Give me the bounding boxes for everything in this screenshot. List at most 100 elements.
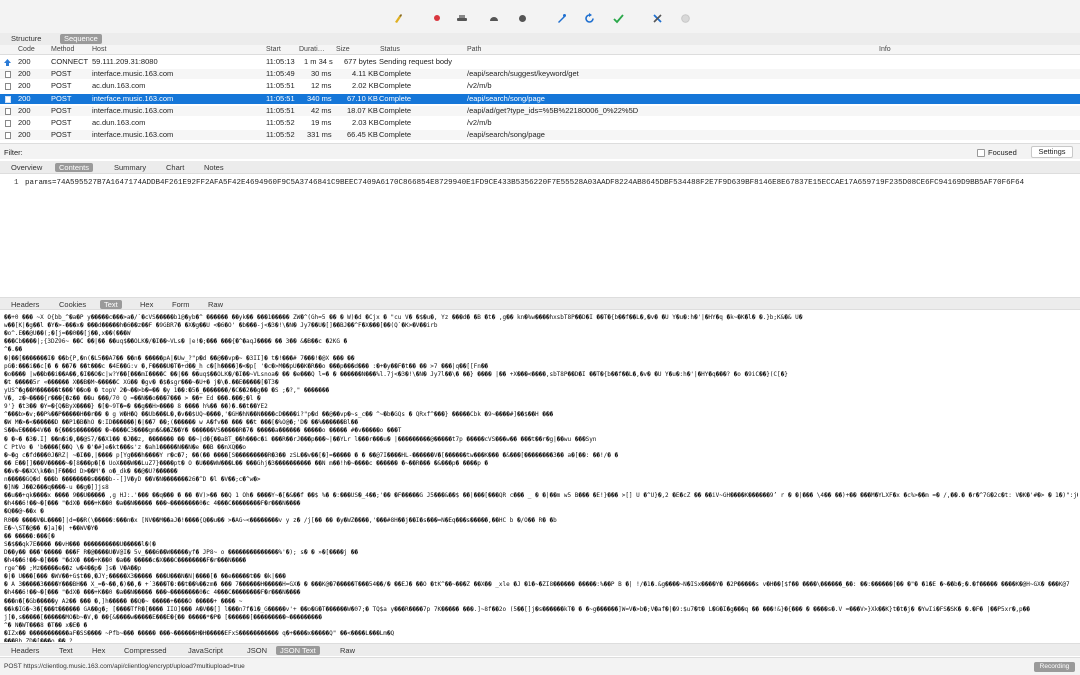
- broom-icon[interactable]: [392, 12, 404, 24]
- compose-icon[interactable]: [555, 12, 567, 24]
- row-status: Sending request body: [379, 57, 452, 66]
- table-row[interactable]: 200 POST interface.music.163.com 11:05:5…: [0, 106, 1080, 116]
- col-size[interactable]: Size: [336, 46, 350, 54]
- tab-body-hex[interactable]: Hex: [88, 646, 109, 655]
- table-row[interactable]: 200 POST interface.music.163.com 11:05:5…: [0, 130, 1080, 140]
- row-method: CONNECT: [51, 57, 89, 66]
- row-status: Complete: [379, 69, 412, 78]
- raw-text-line: � A 3�����3����Y���BH�� X_=�~��,�)��,� +…: [4, 581, 1070, 589]
- record-icon[interactable]: [431, 12, 443, 24]
- document-icon: [4, 96, 11, 103]
- tab-notes[interactable]: Notes: [200, 163, 228, 172]
- repeat-icon[interactable]: [583, 12, 595, 24]
- raw-text-line: �|��[�������I� ��b{P,�n(�L5��A7�� ��n� �…: [4, 354, 355, 362]
- tab-body-compressed[interactable]: Compressed: [120, 646, 171, 655]
- request-body-pane[interactable]: 1 params=74A595527B7A1647174ADDB4F261E92…: [0, 175, 1080, 296]
- tab-headers[interactable]: Headers: [7, 300, 43, 309]
- validate-icon[interactable]: [612, 12, 624, 24]
- view-tabs: Structure Sequence: [0, 33, 1080, 45]
- settings-button[interactable]: Settings: [1031, 146, 1073, 158]
- tab-hex[interactable]: Hex: [136, 300, 157, 309]
- pencil-icon[interactable]: [456, 12, 468, 24]
- row-path: /eapi/search/song/page: [467, 130, 545, 139]
- tab-contents[interactable]: Contents: [55, 163, 94, 172]
- request-params[interactable]: params=74A595527B7A1647174ADDB4F261E92FF…: [25, 179, 1077, 187]
- raw-text-line: �t �����5r «������ X��B�M~�����C XG�� �g…: [4, 378, 279, 386]
- col-info[interactable]: Info: [879, 46, 891, 54]
- row-code: 200: [18, 118, 31, 127]
- content-tabs: Overview Contents Summary Chart Notes: [0, 161, 1080, 174]
- response-text-pane[interactable]: ��+0 ��� ~X O{bb_^�a�P y�����c���>a�/`�c…: [0, 311, 1080, 642]
- tab-overview[interactable]: Overview: [7, 163, 46, 172]
- recording-badge[interactable]: Recording: [1034, 662, 1075, 672]
- raw-text-line: yUS^�g��M������t���'��o� � topV 2�~��>b�…: [4, 386, 330, 394]
- col-path[interactable]: Path: [467, 46, 481, 54]
- document-icon: [4, 108, 11, 115]
- row-path: /eapi/search/song/page: [467, 94, 545, 103]
- col-status[interactable]: Status: [380, 46, 400, 54]
- table-row[interactable]: 200 POST ac.dun.163.com 11:05:52 19 ms 2…: [0, 118, 1080, 128]
- tab-raw[interactable]: Raw: [204, 300, 227, 309]
- row-duration: 30 ms: [311, 69, 332, 78]
- row-start: 11:05:51: [266, 81, 295, 90]
- tools-icon[interactable]: [651, 12, 663, 24]
- row-host: interface.music.163.com: [92, 106, 174, 115]
- table-header: Code Method Host Start Durati… Size Stat…: [0, 45, 1080, 55]
- focused-toggle[interactable]: Focused: [977, 148, 1017, 157]
- row-duration: 331 ms: [307, 130, 332, 139]
- tab-chart[interactable]: Chart: [162, 163, 188, 172]
- tab-cookies[interactable]: Cookies: [55, 300, 90, 309]
- tab-body-headers[interactable]: Headers: [7, 646, 43, 655]
- tab-structure[interactable]: Structure: [7, 34, 45, 44]
- raw-text-line: pG�:���i��c[� � ��7� ��t���c �4E��G:v �,…: [4, 362, 489, 370]
- row-code: 200: [18, 106, 31, 115]
- tab-form[interactable]: Form: [168, 300, 194, 309]
- row-status: Complete: [379, 94, 412, 103]
- raw-text-line: �]N� J��2���q����-u ��g�]]js8: [4, 484, 109, 492]
- row-host: ac.dun.163.com: [92, 81, 146, 90]
- raw-text-line: ��k�IG�~3�[���t������ GA��g�; [����TfR�[…: [4, 605, 1030, 613]
- table-row-selected[interactable]: 200 POST interface.music.163.com 11:05:5…: [0, 94, 1080, 104]
- row-start: 11:05:52: [266, 130, 295, 139]
- tab-body-raw[interactable]: Raw: [336, 646, 359, 655]
- tab-body-text[interactable]: Text: [55, 646, 77, 655]
- breakpoint-icon[interactable]: [516, 12, 528, 24]
- col-method[interactable]: Method: [51, 46, 74, 54]
- col-duration[interactable]: Durati…: [299, 46, 325, 54]
- tab-body-json[interactable]: JSON: [243, 646, 271, 655]
- col-start[interactable]: Start: [266, 46, 281, 54]
- raw-text-line: �h4��6!��~�[��� "�dX� ���+K��0 �a��N����…: [4, 500, 301, 508]
- col-code[interactable]: Code: [18, 46, 35, 54]
- row-path: /v2/m/b: [467, 81, 492, 90]
- tab-text[interactable]: Text: [100, 300, 122, 309]
- throttle-icon[interactable]: [488, 12, 500, 24]
- tab-sequence[interactable]: Sequence: [60, 34, 102, 44]
- row-path: /eapi/ad/get?type_ids=%5B%22180006_0%22%…: [467, 106, 639, 115]
- focused-checkbox[interactable]: [977, 148, 985, 157]
- table-row[interactable]: 200 POST ac.dun.163.com 11:05:51 12 ms 2…: [0, 81, 1080, 91]
- raw-text-line: ^���b>�v;��P%��P�����H��r�� � g W�H�Q ��…: [4, 411, 554, 419]
- row-duration: 42 ms: [311, 106, 332, 115]
- row-status: Complete: [379, 106, 412, 115]
- row-start: 11:05:51: [266, 106, 295, 115]
- response-tabs: Headers Cookies Text Hex Form Raw: [0, 297, 1080, 310]
- raw-text-line: �� �����:���[�: [4, 532, 55, 540]
- table-row[interactable]: 200 CONNECT 59.111.209.31:8080 11:05:13 …: [0, 57, 1080, 67]
- filter-input[interactable]: Filter:: [4, 148, 23, 157]
- raw-text-line: D��y�� ���'����� ���F R�@����U�V@I� 5v_�…: [4, 548, 359, 556]
- raw-text-line: �IZx�� �����������aF�SS���� ~Pfb~��� ���…: [4, 629, 395, 637]
- tab-body-javascript[interactable]: JavaScript: [184, 646, 227, 655]
- raw-text-line: �W M�>�<������D ��P1�B�hO �:ID������|�|�…: [4, 419, 359, 427]
- col-host[interactable]: Host: [92, 46, 106, 54]
- row-host: interface.music.163.com: [92, 130, 174, 139]
- table-row[interactable]: 200 POST interface.music.163.com 11:05:4…: [0, 69, 1080, 79]
- row-host: 59.111.209.31:8080: [92, 57, 158, 66]
- raw-text-line: n�����GQ�d ���b ��������s����b--[]V�yD �…: [4, 476, 261, 483]
- tab-body-json-text[interactable]: JSON Text: [276, 646, 320, 655]
- raw-text-line: �o���� |w��b��i��A��,�I��O�c|w?Y��[���mI…: [4, 370, 788, 378]
- row-code: 200: [18, 57, 31, 66]
- row-size: 18.07 KB: [347, 106, 378, 115]
- tab-summary[interactable]: Summary: [110, 163, 150, 172]
- settings-icon[interactable]: [679, 12, 691, 24]
- raw-text-line: ���n�[�Gb�����y A2�� ��� �,]h����� ��Q�~…: [4, 597, 243, 605]
